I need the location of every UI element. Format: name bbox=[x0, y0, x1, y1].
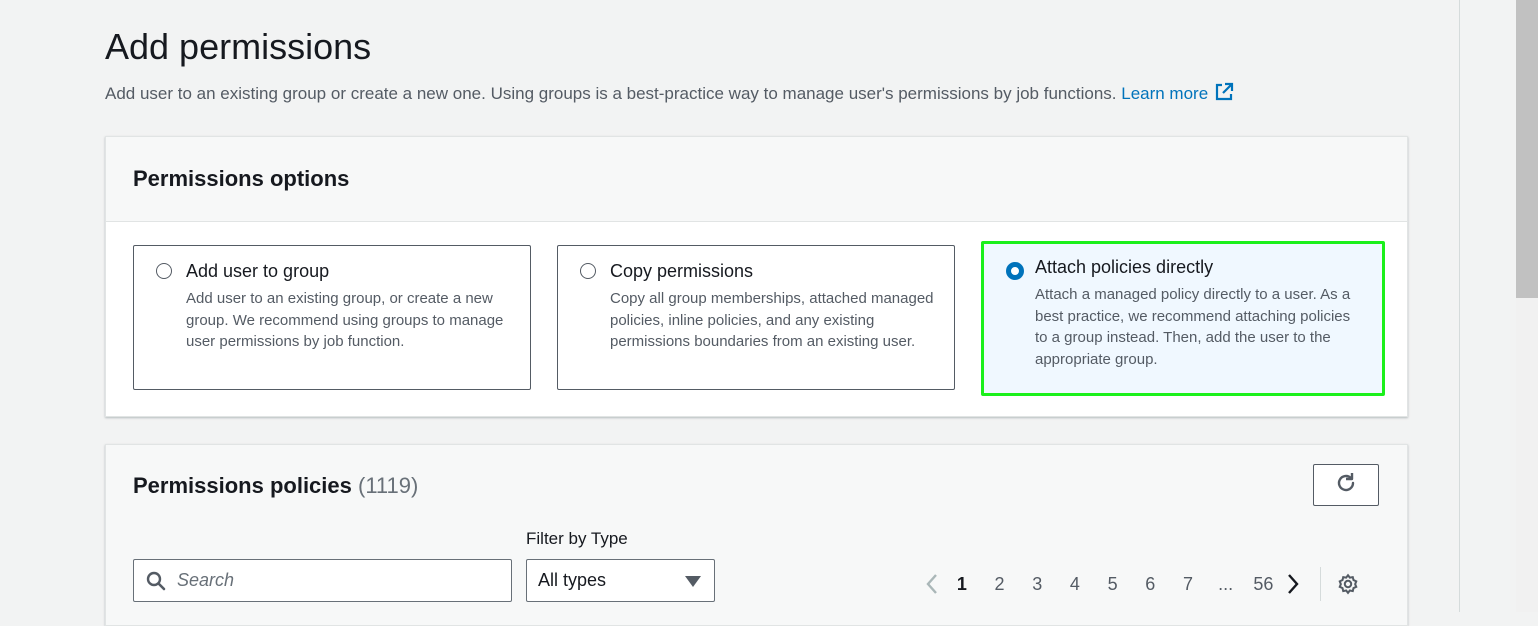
panel-title: Permissions options bbox=[133, 166, 350, 191]
search-input[interactable]: Search bbox=[133, 559, 512, 602]
option-add-user-to-group[interactable]: Add user to group Add user to an existin… bbox=[133, 245, 531, 390]
chevron-right-icon[interactable] bbox=[1282, 573, 1304, 595]
option-title: Copy permissions bbox=[610, 261, 754, 281]
learn-more-link[interactable]: Learn more bbox=[1121, 82, 1234, 103]
pagination: 1 2 3 4 5 6 7 ... 56 bbox=[921, 567, 1359, 601]
panel-title-text: Permissions policies bbox=[133, 473, 352, 498]
page-ellipsis: ... bbox=[1218, 573, 1234, 594]
description-text: Add user to an existing group or create … bbox=[105, 84, 1117, 103]
pager-divider bbox=[1320, 567, 1322, 601]
page-56[interactable]: 56 bbox=[1245, 574, 1283, 595]
chevron-left-icon[interactable] bbox=[921, 573, 943, 595]
page-description: Add user to an existing group or create … bbox=[105, 82, 1234, 107]
content-divider bbox=[1459, 0, 1460, 612]
page-5[interactable]: 5 bbox=[1094, 574, 1132, 595]
page-2[interactable]: 2 bbox=[981, 574, 1019, 595]
refresh-icon bbox=[1334, 471, 1358, 500]
page-7[interactable]: 7 bbox=[1169, 574, 1207, 595]
refresh-button[interactable] bbox=[1313, 464, 1379, 506]
gear-icon[interactable] bbox=[1337, 572, 1359, 596]
page-1[interactable]: 1 bbox=[943, 574, 981, 595]
option-title: Attach policies directly bbox=[1035, 257, 1214, 277]
type-filter-select[interactable]: All types bbox=[526, 559, 715, 602]
scrollbar[interactable] bbox=[1516, 0, 1538, 612]
page-4[interactable]: 4 bbox=[1056, 574, 1094, 595]
page-6[interactable]: 6 bbox=[1131, 574, 1169, 595]
page-3[interactable]: 3 bbox=[1018, 574, 1056, 595]
external-link-icon bbox=[1214, 82, 1234, 107]
option-description: Add user to an existing group, or create… bbox=[186, 290, 504, 350]
permissions-options-panel: Permissions options Add user to group Ad… bbox=[105, 136, 1408, 417]
panel-title: Permissions policies (1119) bbox=[133, 473, 418, 499]
scrollbar-thumb[interactable] bbox=[1516, 0, 1538, 298]
search-icon bbox=[146, 571, 166, 596]
option-copy-permissions[interactable]: Copy permissions Copy all group membersh… bbox=[557, 245, 955, 390]
permissions-policies-panel: Permissions policies (1119) Filter by Ty… bbox=[105, 444, 1408, 626]
option-description: Copy all group memberships, attached man… bbox=[610, 290, 934, 350]
radio-button[interactable] bbox=[580, 263, 596, 279]
select-value: All types bbox=[538, 570, 607, 590]
learn-more-label: Learn more bbox=[1121, 84, 1209, 103]
panel-header: Permissions options bbox=[106, 137, 1407, 222]
search-placeholder: Search bbox=[177, 570, 235, 590]
page-title: Add permissions bbox=[105, 26, 372, 67]
filter-label: Filter by Type bbox=[526, 529, 628, 548]
radio-button-selected[interactable] bbox=[1006, 262, 1024, 280]
policy-count: (1119) bbox=[358, 473, 419, 498]
page: Add permissions Add user to an existing … bbox=[0, 0, 1460, 626]
caret-down-icon bbox=[685, 575, 701, 593]
option-attach-policies-directly[interactable]: Attach policies directly Attach a manage… bbox=[981, 241, 1385, 396]
radio-button[interactable] bbox=[156, 263, 172, 279]
option-title: Add user to group bbox=[186, 261, 330, 281]
panel-body: Add user to group Add user to an existin… bbox=[106, 222, 1407, 416]
option-description: Attach a managed policy directly to a us… bbox=[1035, 286, 1351, 368]
